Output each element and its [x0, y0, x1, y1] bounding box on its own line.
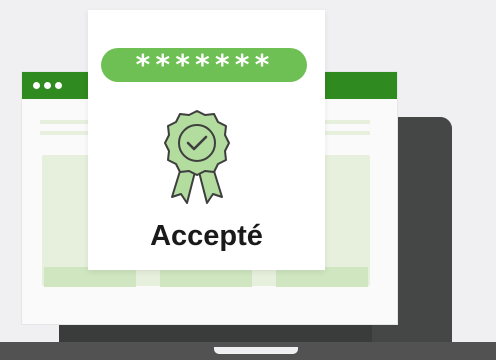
password-accepted-card: ******* Accepté	[88, 10, 325, 270]
award-ribbon-checkmark-icon	[164, 110, 230, 204]
status-label: Accepté	[150, 220, 263, 252]
password-field: *******	[101, 48, 307, 82]
window-dot	[33, 82, 40, 89]
laptop-notch	[214, 347, 298, 354]
window-dot	[55, 82, 62, 89]
password-mask: *******	[134, 48, 274, 81]
content-block	[276, 267, 368, 287]
content-block	[160, 267, 252, 287]
window-dot	[44, 82, 51, 89]
content-block	[44, 267, 136, 287]
